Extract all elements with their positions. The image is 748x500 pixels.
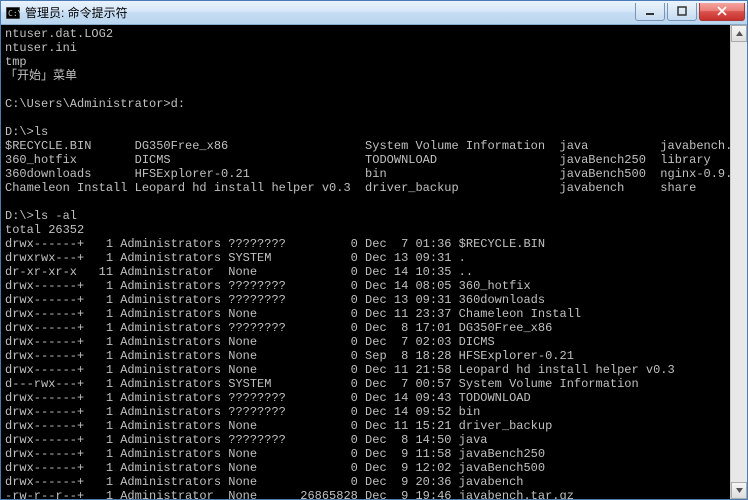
titlebar[interactable]: C:\ 管理员: 命令提示符 <box>1 1 747 25</box>
window-controls <box>633 3 745 23</box>
maximize-button[interactable] <box>667 3 697 21</box>
terminal-output[interactable]: ntuser.dat.LOG2 ntuser.ini tmp 「开始」菜单 C:… <box>1 25 747 499</box>
app-icon: C:\ <box>5 5 21 21</box>
close-button[interactable] <box>699 3 745 21</box>
scroll-track[interactable] <box>731 42 747 482</box>
scroll-down-button[interactable] <box>731 482 747 499</box>
scroll-up-button[interactable] <box>731 25 747 42</box>
minimize-button[interactable] <box>635 3 665 21</box>
vertical-scrollbar[interactable] <box>730 25 747 499</box>
window-title: 管理员: 命令提示符 <box>25 4 128 21</box>
command-prompt-window: C:\ 管理员: 命令提示符 ntuser.dat.LOG2 ntuser.in… <box>0 0 748 500</box>
svg-text:C:\: C:\ <box>8 9 20 18</box>
